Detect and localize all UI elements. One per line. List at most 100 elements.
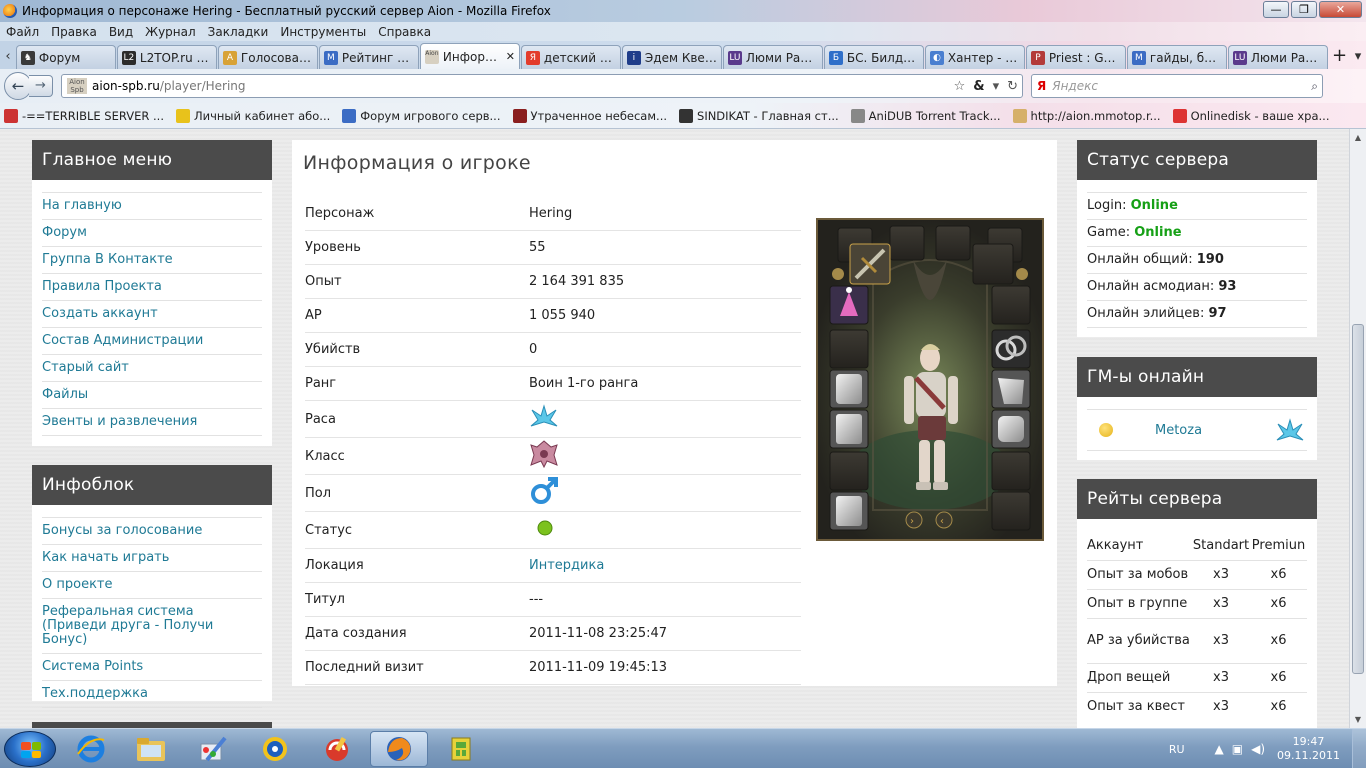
- clock[interactable]: 19:47 09.11.2011: [1277, 735, 1340, 763]
- menu-link[interactable]: Как начать играть: [42, 544, 262, 571]
- bookmark-item[interactable]: SINDIKAT - Главная ст...: [679, 108, 839, 123]
- bookmark-item[interactable]: Личный кабинет або...: [175, 108, 330, 123]
- browser-tab[interactable]: iЭдем Квест ...: [621, 45, 722, 69]
- rate-standart: x3: [1192, 617, 1250, 663]
- tab-label: Priest : Guid...: [1048, 50, 1121, 65]
- bookmark-item[interactable]: Утраченное небесам...: [512, 108, 667, 123]
- menu-link[interactable]: Файлы: [42, 381, 262, 408]
- bookmark-item[interactable]: http://aion.mmotop.r...: [1012, 108, 1161, 123]
- browser-tab[interactable]: PPriest : Guid...: [1025, 45, 1126, 69]
- bookmark-item[interactable]: Форум игрового серв...: [342, 108, 501, 123]
- tab-label: L2TOP.ru —...: [139, 50, 212, 65]
- bookmark-star-icon[interactable]: ☆: [954, 79, 966, 94]
- language-indicator[interactable]: RU: [1169, 743, 1185, 756]
- page-scrollbar[interactable]: ▲ ▼: [1349, 129, 1366, 728]
- tab-scroll-left-button[interactable]: ‹: [0, 45, 16, 69]
- menu-view[interactable]: Вид: [103, 25, 139, 39]
- info-row: Локация Интердика: [305, 549, 801, 583]
- taskbar-paint-button[interactable]: [184, 731, 242, 767]
- info-row: Ранг Воин 1-го ранга: [305, 367, 801, 401]
- menu-file[interactable]: Файл: [0, 25, 45, 39]
- gm-name-link[interactable]: Metoza: [1155, 423, 1202, 438]
- tray-expand-icon[interactable]: ▲: [1215, 742, 1224, 756]
- search-icon[interactable]: ⌕: [1311, 79, 1318, 94]
- menu-link[interactable]: Группа В Контакте: [42, 246, 262, 273]
- show-desktop-button[interactable]: [1352, 729, 1366, 768]
- online-total-label: Онлайн общий:: [1087, 252, 1193, 267]
- tab-list-button[interactable]: ▾: [1350, 45, 1366, 69]
- menu-link[interactable]: Система Points: [42, 653, 262, 680]
- search-bar[interactable]: Я Яндекс ⌕: [1031, 74, 1323, 98]
- server-status-panel: Статус сервера Login: Online Game: Onlin…: [1077, 140, 1317, 337]
- bookmark-item[interactable]: AniDUB Torrent Track...: [850, 108, 1001, 123]
- menu-link[interactable]: Бонусы за голосование: [42, 517, 262, 544]
- forward-button[interactable]: →: [29, 75, 53, 97]
- menu-link[interactable]: На главную: [42, 192, 262, 219]
- browser-tab[interactable]: A Голосован...: [217, 45, 318, 69]
- new-tab-button[interactable]: +: [1329, 45, 1350, 69]
- tab-favicon-icon: M: [323, 50, 338, 65]
- male-gender-icon: [529, 476, 559, 510]
- browser-tab[interactable]: Mгайды, бил...: [1126, 45, 1227, 69]
- online-elyos-value: 97: [1208, 306, 1227, 321]
- menu-link[interactable]: О проекте: [42, 571, 262, 598]
- menu-link[interactable]: Правила Проекта: [42, 273, 262, 300]
- start-button[interactable]: [4, 731, 56, 767]
- browser-tab[interactable]: Aion Информ... ✕: [419, 43, 520, 69]
- bookmark-item[interactable]: -==TERRIBLE SERVER ...: [4, 108, 164, 123]
- browser-tab[interactable]: LU Люми Рагн...: [722, 45, 823, 69]
- online-elyos-row: Онлайн элийцев: 97: [1087, 300, 1307, 328]
- menu-link[interactable]: Реферальная система (Приведи друга - Пол…: [42, 598, 262, 653]
- taskbar-explorer-button[interactable]: [122, 731, 180, 767]
- taskbar-ccleaner-button[interactable]: [308, 731, 366, 767]
- firefox-taskbar-icon: [387, 737, 411, 761]
- tab-close-icon[interactable]: ✕: [506, 50, 515, 63]
- taskbar-firefox-button[interactable]: [370, 731, 428, 767]
- menu-edit[interactable]: Правка: [45, 25, 103, 39]
- address-bar[interactable]: Aion Spb aion-spb.ru/player/Hering ☆ & ▾…: [61, 74, 1023, 98]
- close-button[interactable]: ✕: [1319, 1, 1362, 18]
- menu-history[interactable]: Журнал: [139, 25, 202, 39]
- bookmark-label: Форум игрового серв...: [360, 108, 501, 123]
- svg-text:‹: ‹: [940, 516, 944, 527]
- browser-tab[interactable]: ББС. Билды ...: [823, 45, 924, 69]
- info-value: [529, 518, 801, 542]
- info-value[interactable]: Интердика: [529, 558, 801, 573]
- dropdown-arrow-icon[interactable]: ▾: [993, 79, 1000, 94]
- taskbar-ie-button[interactable]: [62, 731, 120, 767]
- menu-link[interactable]: Тех.поддержка: [42, 680, 262, 708]
- browser-tab[interactable]: L2L2TOP.ru —...: [116, 45, 217, 69]
- browser-tab[interactable]: ♞ Форум: [15, 45, 116, 69]
- menu-help[interactable]: Справка: [372, 25, 437, 39]
- network-icon[interactable]: ▣: [1232, 742, 1243, 756]
- menu-bookmarks[interactable]: Закладки: [202, 25, 275, 39]
- back-button[interactable]: ←: [4, 72, 32, 100]
- bookmark-item[interactable]: Onlinedisk - ваше хра...: [1172, 108, 1330, 123]
- ampersand-addon-icon[interactable]: &: [973, 79, 984, 94]
- taskbar-app-button[interactable]: [246, 731, 304, 767]
- reload-icon[interactable]: ↻: [1007, 79, 1018, 94]
- menu-link[interactable]: Создать аккаунт: [42, 300, 262, 327]
- scroll-down-icon[interactable]: ▼: [1350, 711, 1366, 728]
- menu-link[interactable]: Состав Администрации: [42, 327, 262, 354]
- info-value: ---: [529, 592, 544, 607]
- volume-icon[interactable]: ◀): [1251, 742, 1265, 756]
- taskbar-game-button[interactable]: [432, 731, 490, 767]
- browser-tab[interactable]: LU Люми Раг...: [1227, 45, 1328, 69]
- menu-tools[interactable]: Инструменты: [274, 25, 372, 39]
- scroll-up-icon[interactable]: ▲: [1350, 129, 1366, 146]
- browser-tab[interactable]: ◐Хантер - Би...: [924, 45, 1025, 69]
- online-elyos-label: Онлайн элийцев:: [1087, 306, 1205, 321]
- minimize-button[interactable]: —: [1263, 1, 1289, 18]
- menu-link[interactable]: Старый сайт: [42, 354, 262, 381]
- rates-row: Опыт за мобов x3 x6: [1087, 559, 1307, 589]
- scrollbar-thumb[interactable]: [1352, 324, 1364, 674]
- menu-link[interactable]: Форум: [42, 219, 262, 246]
- browser-tab[interactable]: Ядетский сти...: [520, 45, 621, 69]
- site-identity-icon[interactable]: Aion Spb: [67, 78, 87, 94]
- maximize-button[interactable]: ❐: [1291, 1, 1317, 18]
- browser-tab[interactable]: MРейтинг се...: [318, 45, 419, 69]
- info-label: Локация: [305, 558, 364, 573]
- menu-link[interactable]: Эвенты и развлечения: [42, 408, 262, 436]
- yandex-engine-icon[interactable]: Я: [1037, 79, 1046, 93]
